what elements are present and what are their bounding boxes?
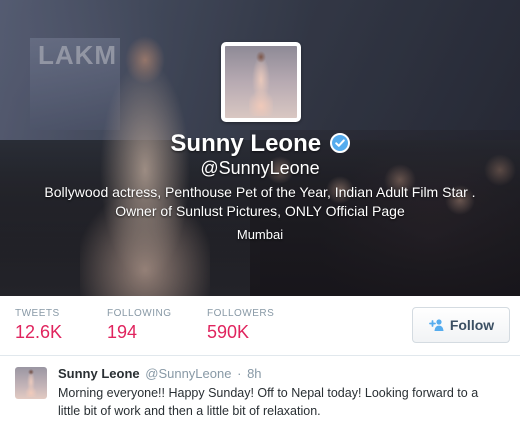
stat-label: FOLLOWING (107, 308, 172, 319)
stat-label: FOLLOWERS (207, 308, 275, 319)
verified-badge-icon (329, 133, 350, 153)
tweet-avatar[interactable] (15, 367, 47, 399)
follow-button-label: Follow (449, 317, 495, 333)
tweet-author-name[interactable]: Sunny Leone (58, 366, 140, 381)
tweet-avatar-photo (25, 369, 37, 397)
bio-line: Bollywood actress, Penthouse Pet of the … (44, 184, 476, 200)
stat-value: 12.6K (15, 322, 63, 342)
stat-followers[interactable]: FOLLOWERS 590K (207, 308, 274, 343)
stat-label: TWEETS (15, 308, 60, 319)
tweet-author-handle[interactable]: @SunnyLeone (145, 366, 231, 381)
bio-line: Owner of Sunlust Pictures, ONLY Official… (115, 203, 405, 219)
add-user-icon (428, 318, 444, 332)
follow-button[interactable]: Follow (412, 307, 510, 343)
profile-name-row: Sunny Leone (0, 130, 520, 158)
profile-banner: LAKM Sunny Leone @SunnyLeone Bollywood a… (0, 0, 520, 296)
tweet-item[interactable]: Sunny Leone @SunnyLeone · 8h Morning eve… (0, 356, 520, 422)
profile-display-name[interactable]: Sunny Leone (170, 130, 321, 157)
stat-tweets[interactable]: TWEETS 12.6K (15, 308, 62, 343)
tweet-separator: · (237, 366, 242, 381)
stat-following[interactable]: FOLLOWING 194 (107, 308, 172, 343)
tweet-timestamp[interactable]: 8h (247, 366, 261, 381)
tweet-header: Sunny Leone @SunnyLeone · 8h (58, 366, 262, 381)
stat-value: 590K (207, 322, 250, 342)
profile-avatar[interactable] (221, 42, 301, 122)
profile-location: Mumbai (236, 227, 284, 242)
tweet-text: Morning everyone!! Happy Sunday! Off to … (58, 386, 479, 418)
profile-bio: Bollywood actress, Penthouse Pet of the … (20, 183, 500, 221)
avatar-photo (249, 50, 273, 116)
stat-value: 194 (107, 322, 138, 342)
profile-handle[interactable]: @SunnyLeone (0, 158, 520, 179)
